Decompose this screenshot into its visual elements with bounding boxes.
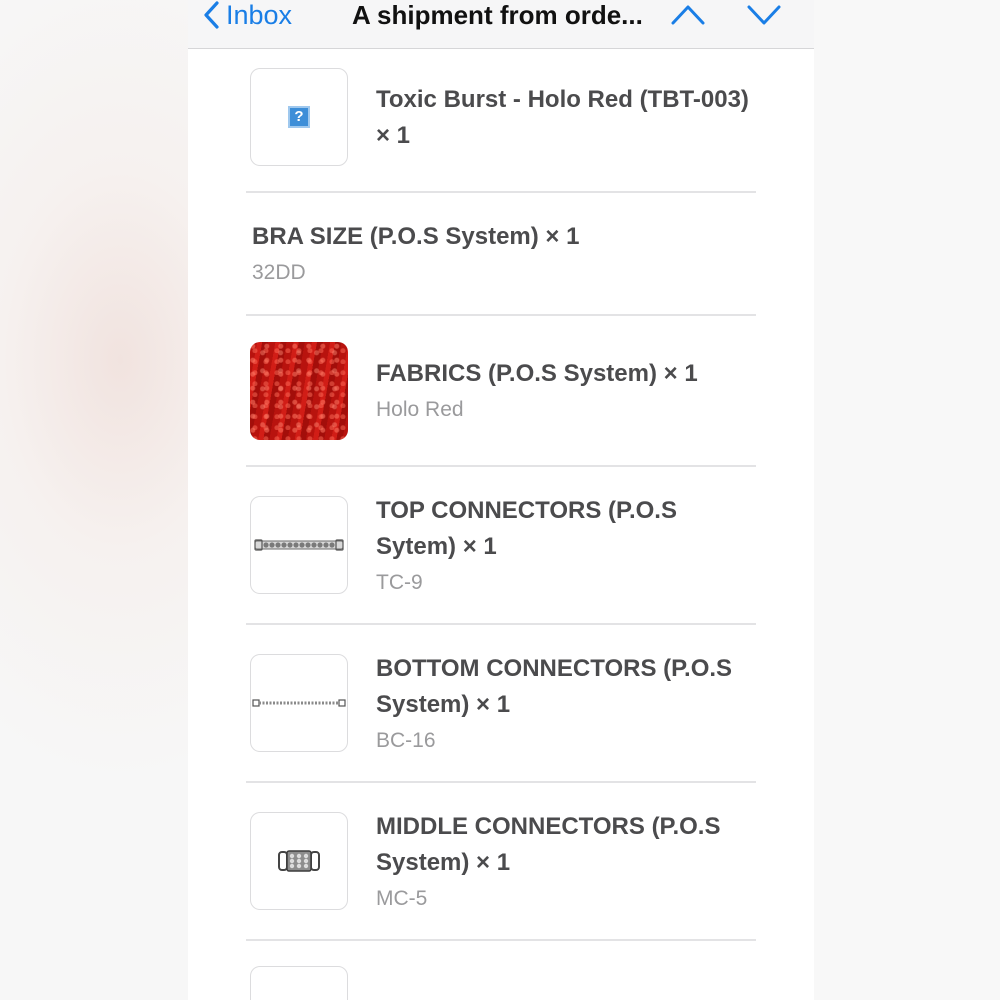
item-variant: BC-16 [376, 729, 436, 752]
list-item: BOTTOM CONNECTORS (P.O.S System) × 1 BC-… [246, 625, 756, 783]
item-title: MIDDLE CONNECTORS (P.O.S System) × 1 [376, 813, 721, 876]
email-subject-title: A shipment from orde... [352, 0, 643, 30]
item-variant: MC-5 [376, 887, 428, 910]
list-item: ? Toxic Burst - Holo Red (TBT-003) × 1 [246, 49, 756, 193]
item-variant: Holo Red [376, 398, 464, 421]
item-variant: TC-9 [376, 571, 423, 594]
list-item: FABRICS (P.O.S System) × 1 Holo Red [246, 316, 756, 467]
product-thumbnail [250, 654, 348, 752]
item-variant: 32DD [252, 261, 306, 284]
item-title: TOP CONNECTORS (P.O.S Sytem) × 1 [376, 497, 677, 560]
jeweled-clasp-image [278, 850, 320, 872]
product-thumbnail [250, 812, 348, 910]
next-message-button[interactable] [746, 2, 782, 31]
chevron-down-icon [747, 5, 781, 25]
back-label[interactable]: Inbox [226, 0, 292, 30]
list-item: MIDDLE CONNECTORS (P.O.S System) × 1 MC-… [246, 783, 756, 941]
product-thumbnail [250, 496, 348, 594]
red-holo-fabric-image [250, 342, 348, 440]
back-to-inbox-button[interactable]: Inbox [202, 0, 292, 30]
previous-message-button[interactable] [670, 2, 706, 31]
list-item: TOP CONNECTORS (P.O.S Sytem) × 1 TC-9 [246, 467, 756, 625]
chain-connector-image [252, 699, 346, 707]
broken-image-icon: ? [288, 106, 310, 128]
product-thumbnail: ? [250, 68, 348, 166]
product-thumbnail [250, 966, 348, 1000]
email-screen: Inbox A shipment from orde... ? Toxic Bu… [188, 0, 814, 1000]
chevron-up-icon [671, 5, 705, 25]
list-item: BRA SIZE (P.O.S System) × 1 32DD [246, 193, 756, 316]
rhinestone-connector-image [254, 539, 344, 551]
item-title: FABRICS (P.O.S System) × 1 [376, 360, 698, 387]
background-right [814, 0, 1000, 1000]
item-title: Toxic Burst - Holo Red (TBT-003) × 1 [376, 86, 749, 149]
navigation-bar: Inbox A shipment from orde... [188, 0, 814, 49]
item-title: BRA SIZE (P.O.S System) × 1 [252, 223, 580, 250]
chevron-left-icon [204, 1, 219, 29]
item-title: BOTTOM CONNECTORS (P.O.S System) × 1 [376, 655, 733, 718]
